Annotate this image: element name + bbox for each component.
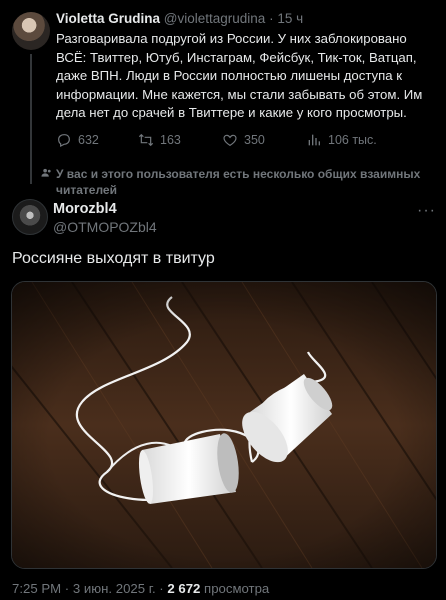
mutual-followers-notice: У вас и этого пользователя есть нескольк… <box>41 166 436 198</box>
quoted-author-avatar[interactable] <box>12 12 50 50</box>
quoted-tweet-header: Violetta Grudina @violettagrudina · 15 ч <box>56 11 303 26</box>
views-icon <box>308 134 320 146</box>
meta-separator-1: · <box>64 581 70 596</box>
author-name[interactable]: Morozbl4 <box>53 201 117 217</box>
views-total: 2 672 <box>167 581 201 596</box>
author-handle[interactable]: @OTMOPOZbl4 <box>53 219 157 235</box>
quoted-author-handle[interactable]: @violettagrudina <box>164 11 266 26</box>
views-label: просмотра <box>204 581 270 596</box>
author-avatar[interactable] <box>12 199 48 235</box>
tweet-image[interactable] <box>11 281 437 569</box>
like-count: 350 <box>244 133 265 147</box>
repost-count: 163 <box>160 133 181 147</box>
tweet-time[interactable]: 7:25 PM <box>12 581 61 596</box>
quoted-time[interactable]: 15 ч <box>277 11 303 26</box>
people-icon <box>41 168 51 177</box>
tweet-text: Россияне выходят в твитур <box>12 250 215 267</box>
cups-string-illustration <box>12 282 436 568</box>
reply-count: 632 <box>78 133 99 147</box>
repost-icon <box>138 133 154 147</box>
like-button[interactable]: 350 <box>222 132 265 148</box>
thread-line <box>30 54 32 184</box>
meta-separator-2: · <box>159 581 164 596</box>
tweet-date[interactable]: 3 июн. 2025 г. <box>73 581 156 596</box>
reply-button[interactable]: 632 <box>56 132 99 148</box>
views-count: 106 тыс. <box>328 133 377 147</box>
views-button[interactable]: 106 тыс. <box>306 132 377 148</box>
quoted-action-bar: 632 163 350 106 тыс. <box>56 132 441 150</box>
mutual-notice-text: У вас и этого пользователя есть нескольк… <box>56 167 421 197</box>
quoted-separator: · <box>269 11 274 26</box>
quoted-author-name[interactable]: Violetta Grudina <box>56 11 160 26</box>
repost-button[interactable]: 163 <box>138 132 181 148</box>
quoted-tweet-text: Разговаривала подругой из России. У них … <box>56 31 423 120</box>
more-icon[interactable]: ··· <box>417 202 436 220</box>
tweet-meta: 7:25 PM · 3 июн. 2025 г. · 2 672 просмот… <box>12 581 269 596</box>
like-icon <box>223 134 237 147</box>
reply-icon <box>58 134 70 147</box>
